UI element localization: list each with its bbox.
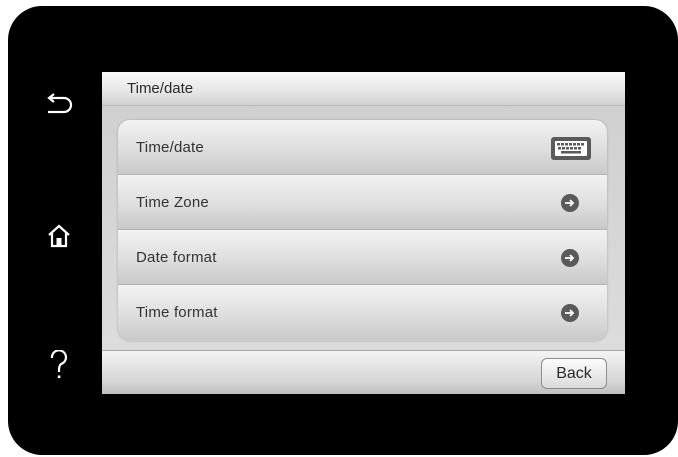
touch-screen: Time/date Time/date Time Zone Date forma… xyxy=(102,72,625,394)
menu-item-label: Date format xyxy=(136,249,217,266)
side-back-button[interactable] xyxy=(36,82,82,128)
help-icon xyxy=(50,350,68,379)
title-bar: Time/date xyxy=(102,72,625,106)
arrow-right-icon xyxy=(561,249,579,267)
home-icon xyxy=(48,224,70,248)
menu-item-label: Time/date xyxy=(136,139,204,156)
menu-item-time-format[interactable]: Time format xyxy=(118,285,607,340)
menu-item-time-zone[interactable]: Time Zone xyxy=(118,175,607,230)
menu-item-date-format[interactable]: Date format xyxy=(118,230,607,285)
menu-item-label: Time Zone xyxy=(136,194,209,211)
back-arrow-icon xyxy=(47,93,73,114)
menu-item-time-date[interactable]: Time/date xyxy=(118,120,607,175)
keyboard-icon xyxy=(551,137,591,160)
arrow-right-icon xyxy=(561,304,579,322)
page-title: Time/date xyxy=(127,80,194,97)
back-button[interactable]: Back xyxy=(541,358,607,389)
menu-list: Time/date Time Zone Date format Time for… xyxy=(118,120,607,341)
arrow-right-icon xyxy=(561,194,579,212)
side-home-button[interactable] xyxy=(36,213,82,259)
bottom-bar: Back xyxy=(102,350,625,394)
side-help-button[interactable] xyxy=(36,342,82,388)
menu-item-label: Time format xyxy=(136,304,218,321)
